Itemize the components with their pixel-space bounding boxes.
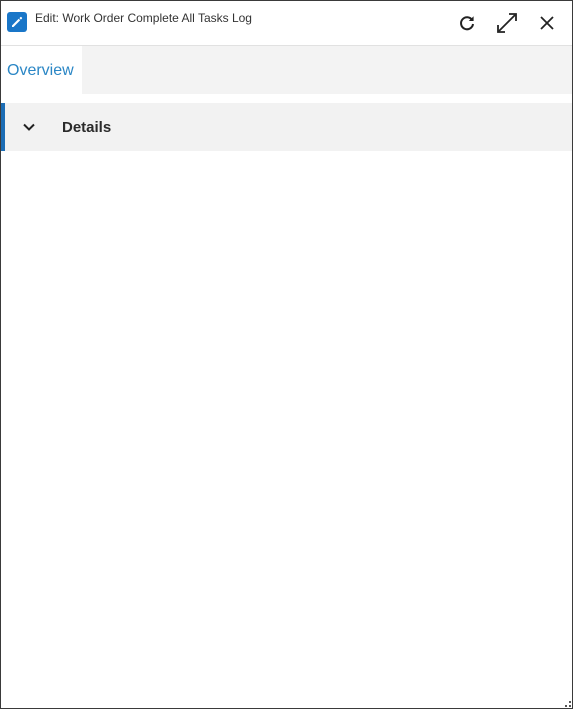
edit-dialog-window: Edit: Work Order Complete All Tasks Log … [0, 0, 573, 709]
tab-overview[interactable]: Overview [1, 46, 82, 94]
dialog-titlebar: Edit: Work Order Complete All Tasks Log [1, 1, 572, 46]
close-button[interactable] [535, 11, 559, 35]
tab-bar: Overview [1, 46, 572, 94]
details-section-header[interactable]: Details [1, 103, 572, 151]
tab-overview-label: Overview [7, 62, 74, 79]
refresh-icon [460, 16, 474, 31]
maximize-icon [497, 13, 517, 33]
section-accent-bar [1, 103, 5, 151]
close-icon [540, 16, 554, 30]
resize-grip-icon[interactable] [565, 701, 571, 707]
refresh-button[interactable] [455, 11, 479, 35]
details-section-title: Details [62, 119, 112, 136]
chevron-down-icon[interactable] [21, 119, 37, 135]
dialog-title: Edit: Work Order Complete All Tasks Log [35, 11, 252, 25]
maximize-button[interactable] [495, 11, 519, 35]
edit-pencil-icon [7, 12, 27, 32]
